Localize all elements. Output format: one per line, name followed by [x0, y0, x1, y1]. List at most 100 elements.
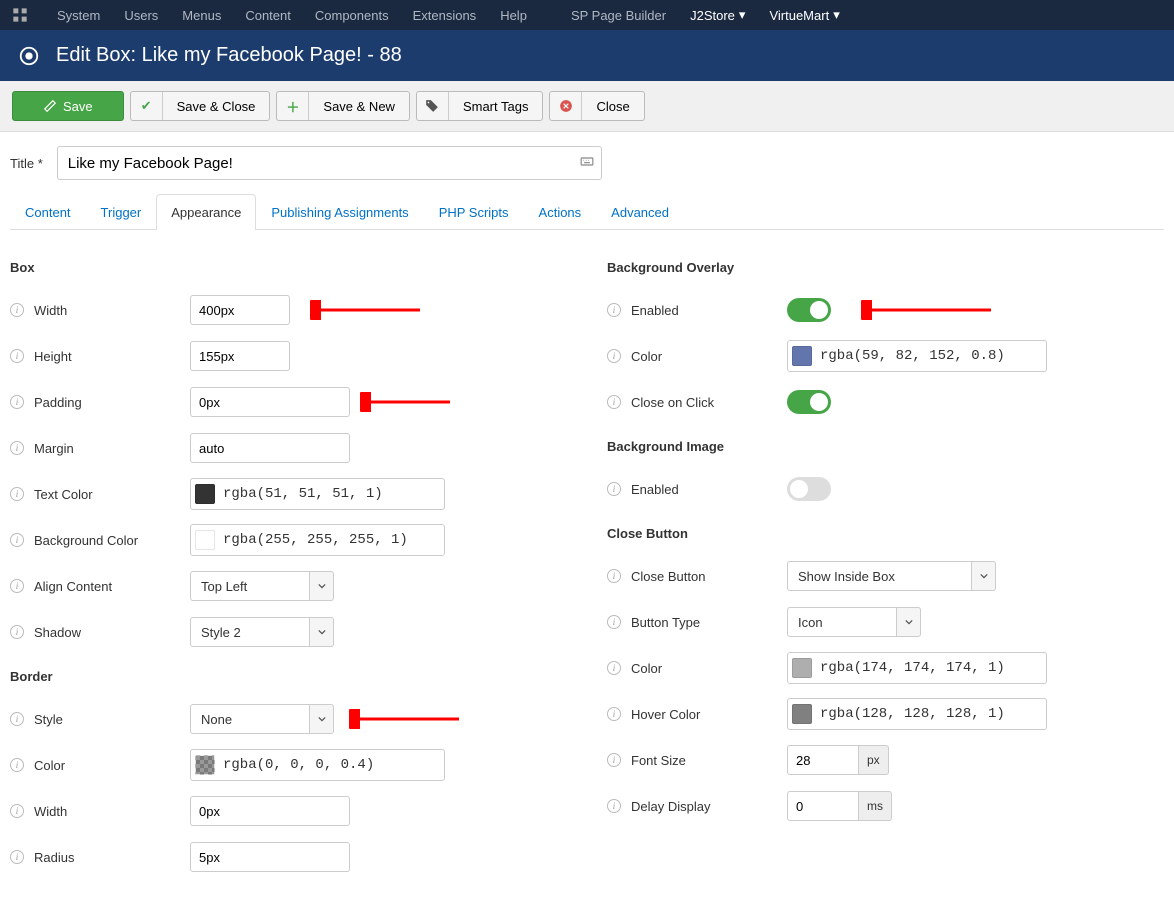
- align-select[interactable]: Top Left: [190, 571, 334, 601]
- type-select[interactable]: Icon: [787, 607, 921, 637]
- arrow-annotation: [349, 709, 469, 729]
- bg-color-input[interactable]: rgba(255, 255, 255, 1): [190, 524, 445, 556]
- shadow-label: Shadow: [34, 625, 81, 640]
- align-label: Align Content: [34, 579, 112, 594]
- smart-tags-button[interactable]: Smart Tags: [416, 91, 544, 121]
- nav-help[interactable]: Help: [488, 0, 539, 30]
- save-new-button[interactable]: ＋ Save & New: [276, 91, 410, 121]
- unit-label: ms: [859, 791, 892, 821]
- margin-label: Margin: [34, 441, 74, 456]
- font-size-input[interactable]: px: [787, 745, 889, 775]
- overlay-enabled-label: Enabled: [631, 303, 679, 318]
- overlay-enabled-toggle[interactable]: [787, 298, 831, 322]
- nav-users[interactable]: Users: [112, 0, 170, 30]
- caret-icon: ▾: [739, 7, 746, 23]
- close-icon: [550, 92, 582, 120]
- tab-publishing[interactable]: Publishing Assignments: [256, 194, 423, 230]
- color-swatch: [792, 658, 812, 678]
- hover-color-label: Hover Color: [631, 707, 700, 722]
- tab-php[interactable]: PHP Scripts: [424, 194, 524, 230]
- nav-components[interactable]: Components: [303, 0, 401, 30]
- info-icon[interactable]: i: [607, 707, 621, 721]
- info-icon[interactable]: i: [607, 395, 621, 409]
- color-swatch: [195, 484, 215, 504]
- info-icon[interactable]: i: [10, 712, 24, 726]
- caret-icon: ▾: [833, 7, 840, 23]
- keyboard-icon[interactable]: [580, 155, 594, 172]
- nav-j2store[interactable]: J2Store▾: [678, 0, 757, 30]
- closebtn-select[interactable]: Show Inside Box: [787, 561, 996, 591]
- info-icon[interactable]: i: [10, 579, 24, 593]
- tab-appearance[interactable]: Appearance: [156, 194, 256, 230]
- info-icon[interactable]: i: [10, 850, 24, 864]
- overlay-color-label: Color: [631, 349, 662, 364]
- info-icon[interactable]: i: [607, 753, 621, 767]
- nav-content[interactable]: Content: [233, 0, 303, 30]
- type-label: Button Type: [631, 615, 700, 630]
- arrow-annotation: [861, 300, 1001, 320]
- save-close-button[interactable]: ✔ Save & Close: [130, 91, 271, 121]
- chevron-down-icon: [310, 571, 334, 601]
- info-icon[interactable]: i: [10, 395, 24, 409]
- chevron-down-icon: [972, 561, 996, 591]
- chevron-down-icon: [310, 704, 334, 734]
- page-header: Edit Box: Like my Facebook Page! - 88: [0, 30, 1174, 81]
- text-color-input[interactable]: rgba(51, 51, 51, 1): [190, 478, 445, 510]
- color-swatch: [792, 704, 812, 724]
- closebtn-heading: Close Button: [607, 526, 1164, 541]
- page-title: Edit Box: Like my Facebook Page! - 88: [56, 44, 402, 67]
- hover-color-input[interactable]: rgba(128, 128, 128, 1): [787, 698, 1047, 730]
- tab-advanced[interactable]: Advanced: [596, 194, 684, 230]
- nav-extensions[interactable]: Extensions: [401, 0, 489, 30]
- nav-menus[interactable]: Menus: [170, 0, 233, 30]
- shadow-select[interactable]: Style 2: [190, 617, 334, 647]
- info-icon[interactable]: i: [607, 661, 621, 675]
- info-icon[interactable]: i: [10, 303, 24, 317]
- closebtn-color-input[interactable]: rgba(174, 174, 174, 1): [787, 652, 1047, 684]
- border-width-input[interactable]: [190, 796, 350, 826]
- info-icon[interactable]: i: [10, 487, 24, 501]
- height-label: Height: [34, 349, 72, 364]
- info-icon[interactable]: i: [10, 758, 24, 772]
- bgimage-enabled-toggle[interactable]: [787, 477, 831, 501]
- width-input[interactable]: [190, 295, 290, 325]
- info-icon[interactable]: i: [607, 482, 621, 496]
- tab-trigger[interactable]: Trigger: [86, 194, 157, 230]
- bgimage-heading: Background Image: [607, 439, 1164, 454]
- nav-system[interactable]: System: [45, 0, 112, 30]
- info-icon[interactable]: i: [607, 615, 621, 629]
- pencil-icon: [43, 99, 57, 113]
- info-icon[interactable]: i: [10, 804, 24, 818]
- overlay-color-input[interactable]: rgba(59, 82, 152, 0.8): [787, 340, 1047, 372]
- title-input[interactable]: [57, 146, 602, 180]
- info-icon[interactable]: i: [607, 303, 621, 317]
- border-color-input[interactable]: rgba(0, 0, 0, 0.4): [190, 749, 445, 781]
- border-color-label: Color: [34, 758, 65, 773]
- save-button[interactable]: Save: [12, 91, 124, 121]
- info-icon[interactable]: i: [607, 349, 621, 363]
- height-input[interactable]: [190, 341, 290, 371]
- padding-input[interactable]: [190, 387, 350, 417]
- info-icon[interactable]: i: [10, 625, 24, 639]
- tab-content[interactable]: Content: [10, 194, 86, 230]
- margin-input[interactable]: [190, 433, 350, 463]
- tab-actions[interactable]: Actions: [524, 194, 597, 230]
- border-style-select[interactable]: None: [190, 704, 334, 734]
- info-icon[interactable]: i: [10, 349, 24, 363]
- info-icon[interactable]: i: [10, 533, 24, 547]
- nav-sppagebuilder[interactable]: SP Page Builder: [559, 0, 678, 30]
- info-icon[interactable]: i: [607, 569, 621, 583]
- check-icon: ✔: [131, 92, 163, 120]
- overlay-closeclick-toggle[interactable]: [787, 390, 831, 414]
- info-icon[interactable]: i: [607, 799, 621, 813]
- delay-input[interactable]: ms: [787, 791, 892, 821]
- arrow-annotation: [310, 300, 430, 320]
- tab-bar: Content Trigger Appearance Publishing As…: [10, 194, 1164, 230]
- info-icon[interactable]: i: [10, 441, 24, 455]
- close-button[interactable]: Close: [549, 91, 644, 121]
- plus-icon: ＋: [277, 92, 309, 120]
- color-swatch: [792, 346, 812, 366]
- unit-label: px: [859, 745, 889, 775]
- border-radius-input[interactable]: [190, 842, 350, 872]
- nav-virtuemart[interactable]: VirtueMart▾: [757, 0, 851, 30]
